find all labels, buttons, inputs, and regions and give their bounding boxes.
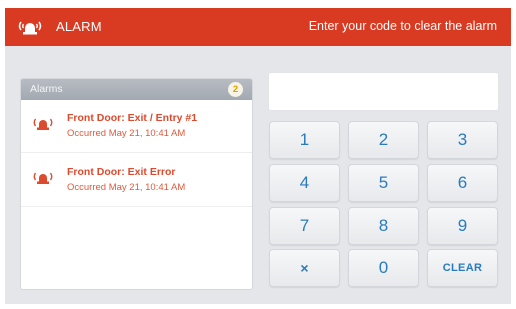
alarm-item-title: Front Door: Exit Error: [67, 166, 176, 178]
alarms-header: Alarms 2: [21, 79, 252, 100]
keypad-clear-button[interactable]: CLEAR: [427, 249, 498, 287]
keypad-key-4[interactable]: 4: [269, 164, 340, 202]
alarm-siren-icon: [33, 172, 53, 184]
keypad-key-1[interactable]: 1: [269, 121, 340, 159]
keypad-key-8[interactable]: 8: [348, 207, 419, 245]
keypad-key-2[interactable]: 2: [348, 121, 419, 159]
alarm-item-time: Occurred May 21, 10:41 AM: [67, 182, 186, 193]
alarms-header-label: Alarms: [30, 83, 63, 95]
alarms-count-badge: 2: [228, 82, 243, 97]
alarm-item-time: Occurred May 21, 10:41 AM: [67, 128, 186, 139]
instruction-text: Enter your code to clear the alarm: [308, 19, 497, 33]
page-title: ALARM: [56, 19, 102, 34]
code-input-display[interactable]: [268, 72, 499, 111]
keypad-key-7[interactable]: 7: [269, 207, 340, 245]
keypad-key-5[interactable]: 5: [348, 164, 419, 202]
alarm-siren-icon: [18, 21, 42, 35]
alarm-screen: ALARM Enter your code to clear the alarm…: [5, 8, 511, 304]
keypad-key-9[interactable]: 9: [427, 207, 498, 245]
keypad-cancel-button[interactable]: ×: [269, 249, 340, 287]
top-bar: ALARM Enter your code to clear the alarm: [5, 8, 511, 46]
alarm-list-item[interactable]: Front Door: Exit / Entry #1 Occurred May…: [21, 100, 252, 153]
keypad-key-0[interactable]: 0: [348, 249, 419, 287]
alarms-panel: Alarms 2 Front Door: Exit / Entry #1 Occ…: [20, 78, 253, 290]
alarm-list-item[interactable]: Front Door: Exit Error Occurred May 21, …: [21, 154, 252, 207]
keypad-key-3[interactable]: 3: [427, 121, 498, 159]
alarm-item-title: Front Door: Exit / Entry #1: [67, 112, 198, 124]
alarm-siren-icon: [33, 118, 53, 130]
keypad-key-6[interactable]: 6: [427, 164, 498, 202]
